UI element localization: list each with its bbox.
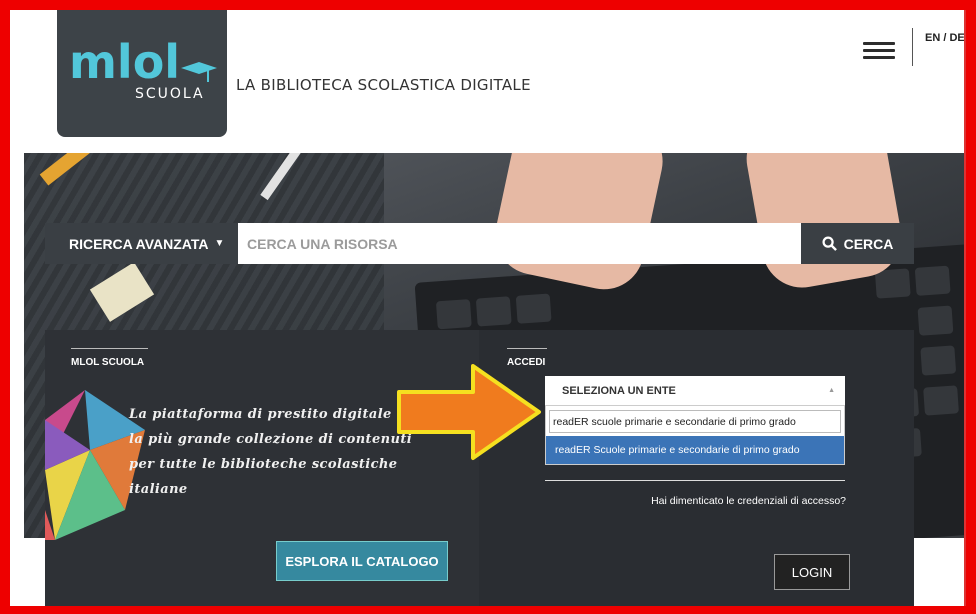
explore-catalog-button[interactable]: ESPLORA IL CATALOGO bbox=[276, 541, 448, 581]
advanced-search-button[interactable]: RICERCA AVANZATA ▼ bbox=[45, 223, 238, 264]
platform-description: La piattaforma di prestito digitale con … bbox=[129, 402, 429, 502]
svg-text:mlol: mlol bbox=[69, 35, 180, 89]
institution-search-input[interactable] bbox=[549, 410, 841, 433]
select-dropdown: readER Scuole primarie e secondarie di p… bbox=[545, 405, 845, 465]
logo-sub-text: SCUOLA bbox=[135, 86, 205, 102]
page: mlol SCUOLA LA BIBLIOTECA SCOLASTICA DIG… bbox=[10, 10, 966, 606]
forgot-credentials-link[interactable]: Hai dimenticato le credenziali di access… bbox=[651, 495, 846, 507]
institution-select[interactable]: SELEZIONA UN ENTE ▲ bbox=[545, 376, 845, 405]
description-line: italiane bbox=[129, 482, 188, 497]
caret-up-icon: ▲ bbox=[828, 387, 835, 394]
site-logo[interactable]: mlol SCUOLA bbox=[57, 10, 227, 137]
annotation-arrow-icon bbox=[397, 364, 541, 460]
select-label: SELEZIONA UN ENTE bbox=[562, 384, 676, 397]
search-button[interactable]: CERCA bbox=[801, 223, 914, 264]
advanced-search-label: RICERCA AVANZATA bbox=[69, 235, 209, 252]
divider bbox=[912, 28, 913, 66]
site-tagline: LA BIBLIOTECA SCOLASTICA DIGITALE bbox=[236, 76, 531, 94]
field-underline bbox=[545, 480, 845, 481]
hamburger-menu-icon[interactable] bbox=[863, 42, 895, 64]
chevron-down-icon: ▼ bbox=[214, 238, 225, 249]
edge-stripe bbox=[964, 10, 966, 606]
login-button[interactable]: LOGIN bbox=[774, 554, 850, 590]
search-button-label: CERCA bbox=[843, 235, 894, 252]
search-icon bbox=[822, 236, 837, 251]
search-input[interactable] bbox=[238, 223, 801, 264]
description-line: La piattaforma di prestito digitale con bbox=[129, 407, 424, 422]
search-bar: RICERCA AVANZATA ▼ CERCA bbox=[45, 223, 914, 264]
language-switch[interactable]: EN / DE bbox=[925, 32, 965, 44]
description-line: la più grande collezione di contenuti bbox=[129, 432, 413, 447]
dropdown-option[interactable]: readER Scuole primarie e secondarie di p… bbox=[546, 436, 844, 464]
description-line: per tutte le biblioteche scolastiche bbox=[129, 457, 398, 472]
panel-title: MLOL SCUOLA bbox=[71, 348, 148, 368]
